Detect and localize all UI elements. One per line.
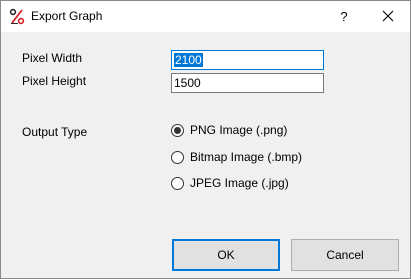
output-type-label: Output Type <box>22 125 88 139</box>
pixel-width-label: Pixel Width <box>22 51 83 65</box>
ok-button[interactable]: OK <box>172 239 280 271</box>
help-button[interactable]: ? <box>327 1 361 32</box>
radio-bmp-label[interactable]: Bitmap Image (.bmp) <box>190 150 302 164</box>
pixel-height-value: 1500 <box>174 76 201 90</box>
radio-dot <box>174 127 181 134</box>
close-button[interactable] <box>366 1 410 32</box>
radio-png-label[interactable]: PNG Image (.png) <box>190 123 287 137</box>
close-icon <box>382 10 394 22</box>
export-graph-dialog: Export Graph ? Pixel Width 2100 Pixel He… <box>0 0 411 279</box>
percent-chart-icon <box>9 8 25 25</box>
pixel-height-label: Pixel Height <box>22 74 87 88</box>
pixel-width-value: 2100 <box>174 53 203 67</box>
pixel-height-field[interactable]: 1500 <box>171 73 324 93</box>
radio-button-checked[interactable] <box>171 124 184 137</box>
radio-button[interactable] <box>171 151 184 164</box>
pixel-width-field[interactable]: 2100 <box>171 50 324 70</box>
cancel-button[interactable]: Cancel <box>291 239 399 271</box>
radio-jpg-label[interactable]: JPEG Image (.jpg) <box>190 176 289 190</box>
radio-button[interactable] <box>171 177 184 190</box>
title-bar[interactable]: Export Graph ? <box>1 1 410 32</box>
window-title: Export Graph <box>31 9 103 23</box>
